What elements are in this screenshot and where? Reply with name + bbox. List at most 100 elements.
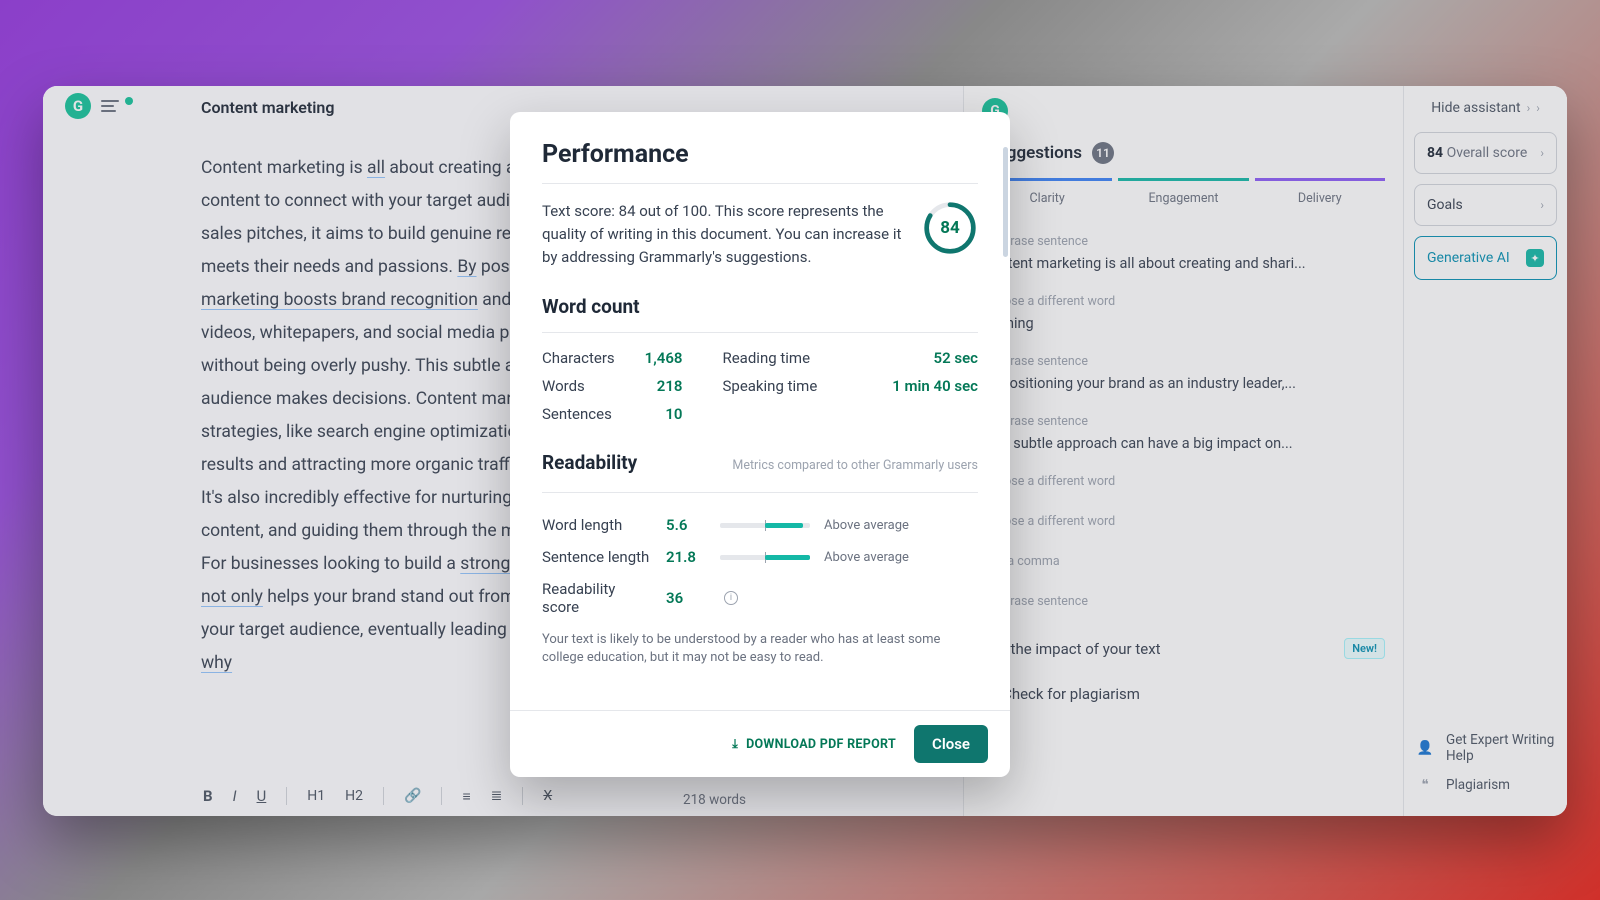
hide-assistant-label: Hide assistant: [1431, 100, 1520, 116]
suggestion-label: Rephrase sentence: [982, 234, 1385, 249]
close-button[interactable]: Close: [914, 725, 988, 763]
sentence-length-value: 21.8: [666, 548, 706, 566]
sparkle-icon: ✦: [1526, 249, 1544, 267]
download-pdf-button[interactable]: ⤓ DOWNLOAD PDF REPORT: [732, 737, 896, 752]
notification-dot-icon: [125, 97, 133, 105]
comparison-bar: [720, 555, 810, 560]
body-text: Content marketing is: [201, 158, 367, 178]
suggestion-item[interactable]: Rephrase sentence Content marketing is al…: [982, 224, 1385, 284]
new-badge: New!: [1344, 638, 1385, 659]
suggestion-label: Rephrase sentence: [982, 414, 1385, 429]
expert-label: Get Expert Writing Help: [1446, 732, 1557, 764]
tab-delivery[interactable]: Delivery: [1255, 178, 1385, 206]
hide-assistant-button[interactable]: Hide assistant ››: [1414, 100, 1557, 116]
suggestion-text: pitching: [982, 314, 1385, 334]
readability-note: Your text is likely to be understood by …: [542, 631, 978, 667]
modal-title: Performance: [542, 140, 978, 169]
sentences-value: 10: [665, 405, 682, 423]
score-value: 84: [1427, 145, 1443, 161]
word-count-footer[interactable]: 218 words: [683, 792, 746, 808]
suggestion-item[interactable]: Add a comma: [982, 544, 1385, 584]
suggestion-count-badge: 11: [1092, 142, 1114, 164]
generative-ai-button[interactable]: Generative AI ✦: [1414, 236, 1557, 280]
words-value: 218: [657, 377, 683, 395]
readability-score-label: Readability score: [542, 580, 652, 616]
suggestion-label: Rephrase sentence: [982, 594, 1385, 609]
suggestion-label: Add a comma: [982, 554, 1385, 569]
speaking-time-value: 1 min 40 sec: [892, 377, 978, 395]
tab-engagement[interactable]: Engagement: [1118, 178, 1248, 206]
separator: [286, 787, 287, 805]
words-label: Words: [542, 377, 585, 395]
document-title[interactable]: Content marketing: [201, 98, 334, 117]
divider: [542, 183, 978, 184]
performance-modal: Performance Text score: 84 out of 100. T…: [510, 112, 1010, 777]
speaking-time-label: Speaking time: [722, 377, 817, 395]
link-icon[interactable]: 🔗: [404, 788, 421, 804]
suggestion-item[interactable]: Rephrase sentenceThis subtle approach ca…: [982, 404, 1385, 464]
genai-label: Generative AI: [1427, 250, 1510, 266]
readability-subtitle: Metrics compared to other Grammarly user…: [732, 458, 978, 473]
impact-row[interactable]: See the impact of your text New!: [982, 624, 1385, 673]
plagiarism-label: Plagiarism: [1446, 777, 1510, 793]
quote-icon: ❝: [1414, 774, 1436, 796]
suggestion-label: Rephrase sentence: [982, 354, 1385, 369]
goals-button[interactable]: Goals ›: [1414, 184, 1557, 226]
comparison-bar: [720, 523, 810, 528]
readability-score-value: 36: [666, 589, 706, 607]
sentences-label: Sentences: [542, 405, 612, 423]
word-count-heading: Word count: [542, 295, 978, 318]
reading-time-label: Reading time: [722, 349, 810, 367]
chevron-right-icon: ›: [1540, 198, 1544, 212]
info-icon[interactable]: i: [724, 591, 738, 605]
person-icon: 👤: [1414, 737, 1436, 759]
scrollbar-thumb[interactable]: [1003, 147, 1008, 257]
divider: [542, 332, 978, 333]
expert-help-button[interactable]: 👤 Get Expert Writing Help: [1414, 732, 1557, 764]
underlined-word[interactable]: strong: [460, 554, 510, 574]
suggestion-item[interactable]: Rephrase sentenceBy positioning your bra…: [982, 344, 1385, 404]
characters-value: 1,468: [645, 349, 683, 367]
chevron-right-icon: ›: [1540, 146, 1544, 160]
strike-icon[interactable]: X: [543, 788, 552, 804]
suggestion-label: Choose a different word: [982, 474, 1385, 489]
suggestion-item[interactable]: Rephrase sentence: [982, 584, 1385, 624]
separator: [441, 787, 442, 805]
suggestion-label: Choose a different word: [982, 294, 1385, 309]
divider: [542, 492, 978, 493]
score-description: Text score: 84 out of 100. This score re…: [542, 200, 904, 269]
word-length-comparison: Above average: [824, 518, 909, 533]
download-label: DOWNLOAD PDF REPORT: [746, 737, 896, 752]
suggestion-label: Choose a different word: [982, 514, 1385, 529]
suggestion-item[interactable]: Choose a different word: [982, 464, 1385, 504]
separator: [383, 787, 384, 805]
underlined-word[interactable]: all: [367, 158, 385, 178]
underline-button[interactable]: U: [257, 787, 267, 805]
plagiarism-button[interactable]: ❝ Plagiarism: [1414, 774, 1557, 796]
overall-score-button[interactable]: 84 Overall score ›: [1414, 132, 1557, 174]
suggestions-panel: G suggestions 11 Clarity Engagement Deli…: [963, 86, 1403, 816]
score-label: Overall score: [1447, 145, 1528, 161]
underlined-word[interactable]: By: [457, 257, 476, 277]
download-icon: ⤓: [732, 737, 738, 752]
goals-label: Goals: [1427, 197, 1463, 213]
reading-time-value: 52 sec: [934, 349, 978, 367]
plagiarism-row[interactable]: ❝ Check for plagiarism: [982, 673, 1385, 715]
grammarly-logo-icon[interactable]: G: [65, 93, 91, 119]
bold-button[interactable]: B: [203, 787, 213, 805]
underlined-phrase[interactable]: not only: [201, 587, 263, 607]
assistant-sidebar: Hide assistant ›› 84 Overall score › Goa…: [1403, 86, 1567, 816]
suggestion-item[interactable]: Choose a different word: [982, 504, 1385, 544]
suggestion-text: Content marketing is all about creating …: [982, 254, 1385, 274]
numbered-list-icon[interactable]: ≣: [491, 788, 503, 804]
bullet-list-icon[interactable]: ≡: [462, 788, 470, 805]
h1-button[interactable]: H1: [307, 788, 325, 804]
sentence-length-comparison: Above average: [824, 550, 909, 565]
italic-button[interactable]: I: [233, 787, 237, 805]
sentence-length-label: Sentence length: [542, 548, 652, 566]
h2-button[interactable]: H2: [345, 788, 363, 804]
suggestion-item[interactable]: Choose a different word pitching: [982, 284, 1385, 344]
score-ring: 84: [922, 200, 978, 256]
chevron-right-icon: ›: [1536, 101, 1540, 115]
paragraph-icon[interactable]: [101, 97, 119, 115]
